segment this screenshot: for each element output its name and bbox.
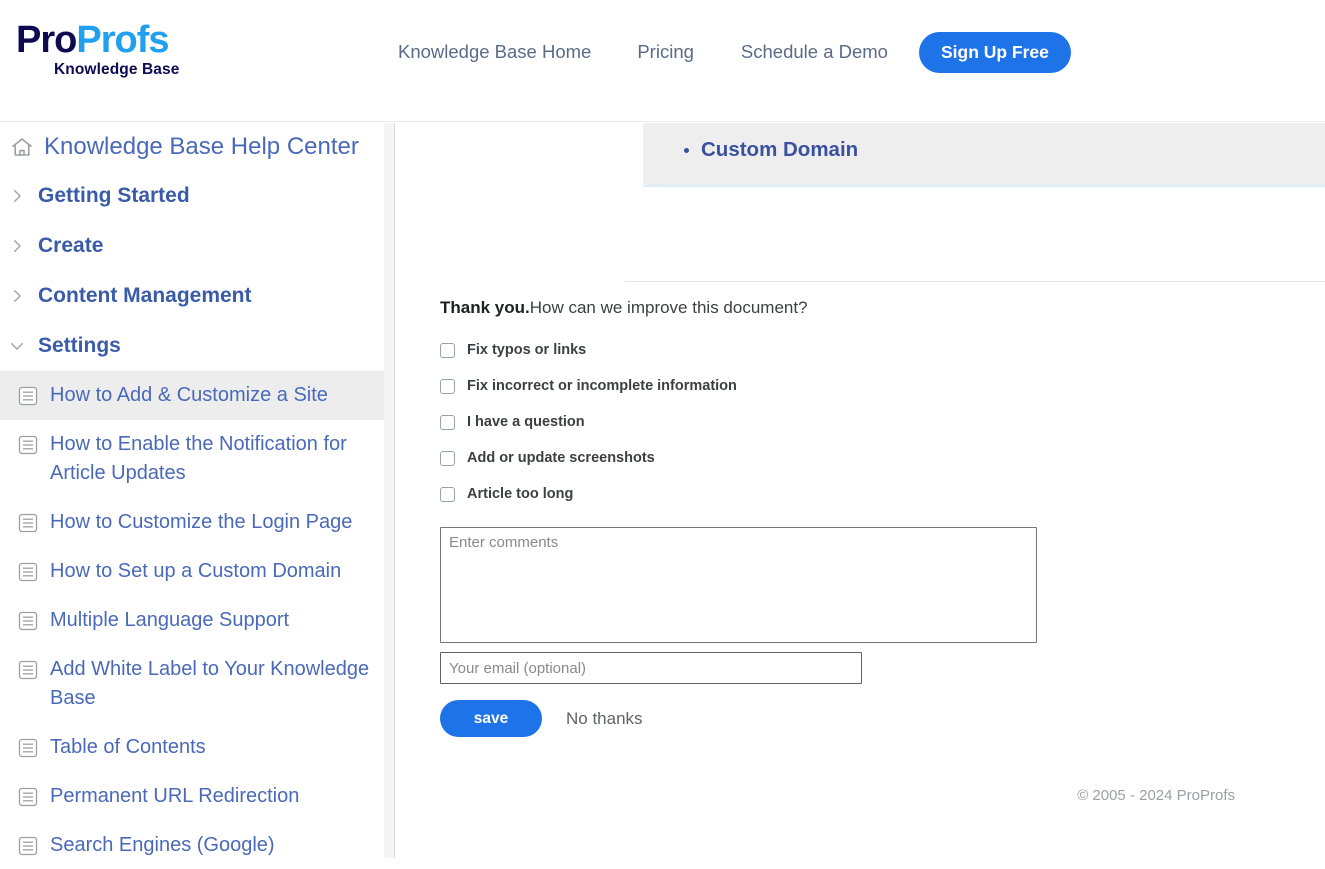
checkbox-icon[interactable] bbox=[440, 342, 455, 358]
sidebar-item-multiple-language-support[interactable]: Multiple Language Support bbox=[0, 596, 394, 645]
sidebar-article-label: How to Enable the Notification for Artic… bbox=[50, 433, 347, 484]
sidebar-item-knowledge-base-help-center[interactable]: Knowledge Base Help Center bbox=[0, 123, 394, 171]
sidebar-article-label: Add White Label to Your Knowledge Base bbox=[50, 658, 370, 709]
sidebar-section-getting-started[interactable]: Getting Started bbox=[0, 171, 394, 221]
no-thanks-link[interactable]: No thanks bbox=[566, 709, 643, 729]
sidebar-article-label: Search Engines (Google) bbox=[50, 834, 275, 856]
related-link-custom-domain[interactable]: Custom Domain bbox=[701, 138, 858, 161]
chevron-right-icon bbox=[8, 187, 26, 205]
document-icon bbox=[18, 386, 38, 406]
sign-up-free-button[interactable]: Sign Up Free bbox=[918, 31, 1071, 73]
proprofs-logo[interactable]: ProProfs Knowledge Base bbox=[16, 20, 216, 79]
document-icon bbox=[18, 787, 38, 807]
document-icon bbox=[18, 562, 38, 582]
sidebar-article-label: Table of Contents bbox=[50, 736, 206, 758]
sidebar-section-create[interactable]: Create bbox=[0, 221, 394, 271]
sidebar-article-label: How to Set up a Custom Domain bbox=[50, 560, 342, 582]
section-divider bbox=[625, 281, 1325, 282]
sidebar-article-label: Permanent URL Redirection bbox=[50, 785, 300, 807]
sidebar-item-table-of-contents[interactable]: Table of Contents bbox=[0, 723, 394, 772]
chevron-down-icon bbox=[8, 337, 26, 355]
comments-textarea[interactable] bbox=[440, 527, 1037, 643]
sidebar-item-how-to-enable-the-notification-for-article-updates[interactable]: How to Enable the Notification for Artic… bbox=[0, 420, 394, 498]
feedback-actions: save No thanks bbox=[440, 700, 1100, 737]
checkbox-icon[interactable] bbox=[440, 486, 455, 502]
feedback-thanks-text: Thank you. bbox=[440, 298, 530, 317]
sidebar-section-label: Create bbox=[38, 234, 104, 257]
document-icon bbox=[18, 611, 38, 631]
sidebar-section-label: Getting Started bbox=[38, 184, 190, 207]
checkbox-icon[interactable] bbox=[440, 450, 455, 466]
document-icon bbox=[18, 435, 38, 455]
home-icon bbox=[10, 135, 34, 159]
feedback-option-i-have-a-question[interactable]: I have a question bbox=[440, 407, 1100, 437]
feedback-option-fix-typos-or-links[interactable]: Fix typos or links bbox=[440, 335, 1100, 365]
sidebar-article-label: How to Customize the Login Page bbox=[50, 511, 353, 533]
feedback-heading: Thank you.How can we improve this docume… bbox=[440, 297, 1100, 319]
chevron-right-icon bbox=[8, 287, 26, 305]
feedback-option-label: Article too long bbox=[467, 486, 574, 502]
sidebar-section-content-management[interactable]: Content Management bbox=[0, 271, 394, 321]
sidebar-item-how-to-customize-the-login-page[interactable]: How to Customize the Login Page bbox=[0, 498, 394, 547]
sidebar-item-how-to-set-up-a-custom-domain[interactable]: How to Set up a Custom Domain bbox=[0, 547, 394, 596]
sidebar-navigation: Knowledge Base Help Center Getting Start… bbox=[0, 123, 395, 858]
sidebar-article-label: How to Add & Customize a Site bbox=[50, 384, 328, 406]
sidebar-section-label: Settings bbox=[38, 334, 121, 357]
logo-pro-text: Pro bbox=[16, 19, 77, 61]
sidebar-item-permanent-url-redirection[interactable]: Permanent URL Redirection bbox=[0, 772, 394, 821]
document-icon bbox=[18, 836, 38, 856]
feedback-option-label: Add or update screenshots bbox=[467, 450, 655, 466]
logo-wordmark: ProProfs bbox=[16, 20, 216, 60]
document-icon bbox=[18, 660, 38, 680]
logo-subtitle: Knowledge Base bbox=[54, 61, 180, 78]
nav-link-knowledge-base-home[interactable]: Knowledge Base Home bbox=[398, 34, 591, 70]
nav-link-schedule-a-demo[interactable]: Schedule a Demo bbox=[741, 34, 888, 70]
save-button[interactable]: save bbox=[440, 700, 542, 737]
feedback-option-label: I have a question bbox=[467, 414, 585, 430]
feedback-option-fix-incorrect-or-incomplete-information[interactable]: Fix incorrect or incomplete information bbox=[440, 371, 1100, 401]
document-icon bbox=[18, 738, 38, 758]
site-header: ProProfs Knowledge Base Knowledge Base H… bbox=[0, 0, 1325, 122]
main-navigation: Knowledge Base Home Pricing Schedule a D… bbox=[398, 31, 1071, 73]
chevron-right-icon bbox=[8, 237, 26, 255]
feedback-question-text: How can we improve this document? bbox=[529, 298, 808, 317]
sidebar-item-add-white-label-to-your-knowledge-base[interactable]: Add White Label to Your Knowledge Base bbox=[0, 645, 394, 723]
sidebar-scrollbar-track[interactable] bbox=[384, 123, 777, 858]
related-articles-list: Custom Domain bbox=[643, 137, 1325, 163]
feedback-option-add-or-update-screenshots[interactable]: Add or update screenshots bbox=[440, 443, 1100, 473]
sidebar-section-label: Content Management bbox=[38, 284, 252, 307]
sidebar-home-label: Knowledge Base Help Center bbox=[44, 133, 359, 160]
list-item: Custom Domain bbox=[701, 137, 1325, 163]
checkbox-icon[interactable] bbox=[440, 378, 455, 394]
feedback-option-label: Fix incorrect or incomplete information bbox=[467, 378, 737, 394]
feedback-form: Thank you.How can we improve this docume… bbox=[440, 297, 1100, 737]
nav-link-pricing[interactable]: Pricing bbox=[637, 34, 694, 70]
checkbox-icon[interactable] bbox=[440, 414, 455, 430]
sidebar-article-label: Multiple Language Support bbox=[50, 609, 290, 631]
email-input[interactable] bbox=[440, 652, 862, 684]
copyright-text: © 2005 - 2024 ProProfs bbox=[1077, 787, 1235, 804]
sidebar-item-how-to-add-customize-a-site[interactable]: How to Add & Customize a Site bbox=[0, 371, 394, 420]
related-articles-box: Custom Domain bbox=[643, 123, 1325, 187]
sidebar-item-search-engines-google[interactable]: Search Engines (Google) bbox=[0, 821, 394, 858]
main-content: Custom Domain Thank you.How can we impro… bbox=[396, 123, 1325, 869]
feedback-option-article-too-long[interactable]: Article too long bbox=[440, 479, 1100, 509]
logo-profs-text: Profs bbox=[76, 19, 169, 61]
feedback-option-label: Fix typos or links bbox=[467, 342, 587, 358]
document-icon bbox=[18, 513, 38, 533]
sidebar-section-settings[interactable]: Settings bbox=[0, 321, 394, 371]
